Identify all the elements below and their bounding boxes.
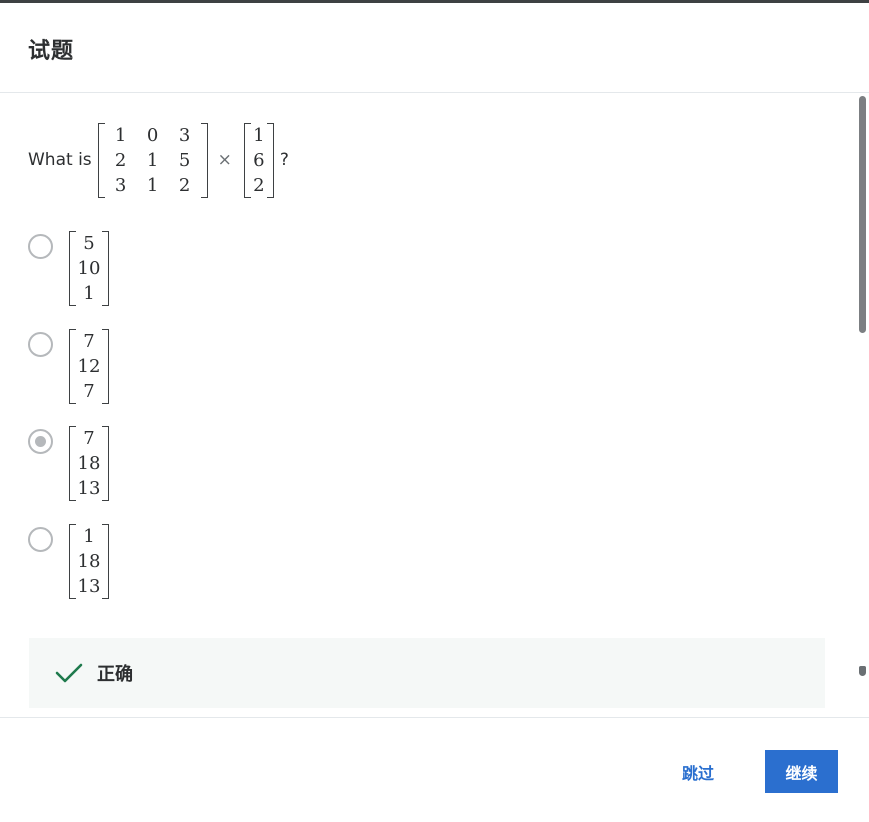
matrix-cell: 18	[77, 551, 101, 572]
answer-vector: 5 10 1	[69, 231, 109, 306]
matrix-cell: 7	[83, 381, 95, 402]
matrix-row: 5	[76, 231, 102, 256]
matrix-cell: 2	[114, 149, 127, 171]
matrix-cell: 0	[146, 124, 159, 146]
radio-button[interactable]	[28, 234, 53, 259]
matrix-cell: 13	[77, 478, 101, 499]
matrix-cell: 13	[77, 576, 101, 597]
matrix-cell: 1	[146, 174, 159, 196]
matrix-cell: 18	[77, 453, 101, 474]
modal-header: 试题	[0, 3, 869, 93]
matrix-row: 10	[76, 256, 102, 281]
matrix-cell: 5	[178, 149, 191, 171]
answer-option-3[interactable]: 7 18 13	[28, 426, 109, 501]
answer-option-4[interactable]: 1 18 13	[28, 524, 109, 599]
matrix-row: 2	[251, 173, 267, 198]
matrix-row: 1 0 3	[105, 123, 201, 148]
scrollbar-end[interactable]	[859, 666, 866, 676]
matrix-cell: 1	[83, 283, 95, 304]
feedback-label: 正确	[97, 664, 133, 685]
matrix-row: 3 1 2	[105, 173, 201, 198]
matrix-row: 7	[76, 379, 102, 404]
page-title: 试题	[28, 39, 75, 64]
skip-button[interactable]: 跳过	[665, 751, 731, 793]
matrix-row: 1	[251, 123, 267, 148]
matrix-row: 6	[251, 148, 267, 173]
matrix-cell: 1	[253, 124, 265, 146]
matrix-row: 1	[76, 281, 102, 306]
matrix-row: 18	[76, 549, 102, 574]
question-text: What is	[28, 150, 92, 170]
matrix-row: 7	[76, 329, 102, 354]
matrix-cell: 1	[146, 149, 159, 171]
continue-button[interactable]: 继续	[765, 750, 838, 793]
radio-button[interactable]	[28, 332, 53, 357]
matrix-row: 13	[76, 574, 102, 599]
multiply-sign: ×	[217, 150, 232, 170]
matrix-row: 1	[76, 524, 102, 549]
modal-footer: 跳过 继续	[0, 717, 869, 822]
matrix-cell: 3	[114, 174, 127, 196]
answer-option-2[interactable]: 7 12 7	[28, 329, 109, 404]
matrix-cell: 10	[77, 258, 101, 279]
matrix-cell: 6	[253, 149, 265, 171]
checkmark-icon	[55, 663, 83, 683]
matrix-row: 2 1 5	[105, 148, 201, 173]
matrix-cell: 12	[77, 356, 101, 377]
matrix-cell: 1	[83, 526, 95, 547]
matrix-row: 13	[76, 476, 102, 501]
scrollbar-thumb[interactable]	[859, 96, 866, 333]
matrix-cell: 5	[83, 233, 95, 254]
answer-option-1[interactable]: 5 10 1	[28, 231, 109, 306]
matrix-cell: 1	[114, 124, 127, 146]
matrix-row: 12	[76, 354, 102, 379]
answer-vector: 7 12 7	[69, 329, 109, 404]
feedback-banner: 正确	[29, 638, 825, 708]
answer-vector: 7 18 13	[69, 426, 109, 501]
vector-b: 1 6 2	[243, 122, 274, 198]
matrix-cell: 2	[178, 174, 191, 196]
matrix-row: 7	[76, 426, 102, 451]
matrix-cell: 3	[178, 124, 191, 146]
question-content[interactable]: What is 1 0 3 2 1 5 3 1 2 × 1 6 2 ? 5 10…	[0, 94, 869, 717]
question-prompt: What is 1 0 3 2 1 5 3 1 2 × 1 6 2 ?	[28, 120, 289, 200]
answer-vector: 1 18 13	[69, 524, 109, 599]
radio-button-selected[interactable]	[28, 429, 53, 454]
matrix-cell: 2	[253, 174, 265, 196]
radio-button[interactable]	[28, 527, 53, 552]
question-mark: ?	[279, 150, 289, 170]
matrix-cell: 7	[83, 428, 95, 449]
matrix-a: 1 0 3 2 1 5 3 1 2	[97, 122, 208, 198]
matrix-row: 18	[76, 451, 102, 476]
matrix-cell: 7	[83, 331, 95, 352]
